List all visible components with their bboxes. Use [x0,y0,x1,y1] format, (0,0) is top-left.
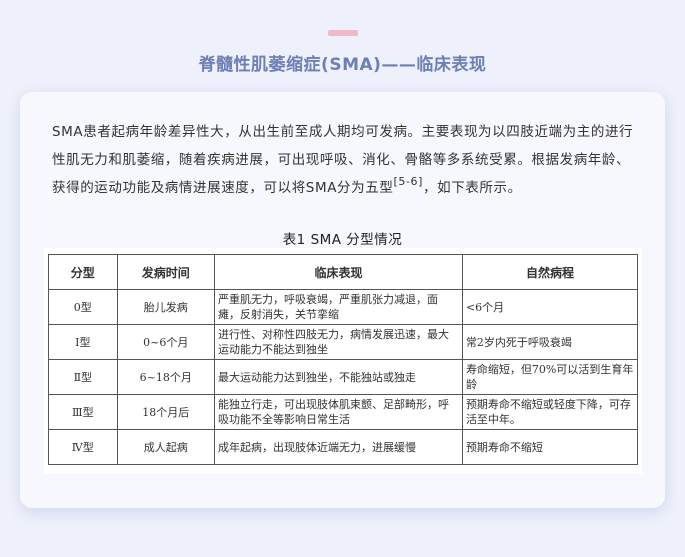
cell-course: 预期寿命不缩短或轻度下降，可存活至中年。 [461,394,639,430]
cell-clinical: 成年起病，出现肢体近端无力，进展缓慢 [213,429,463,465]
table-header-row: 分型 发病时间 临床表现 自然病程 [48,254,639,290]
cell-clinical: 能独立行走，可出现肢体肌束颤、足部畸形，呼吸功能不全等影响日常生活 [213,394,463,430]
table-row: Ⅲ型 18个月后 能独立行走，可出现肢体肌束颤、足部畸形，呼吸功能不全等影响日常… [48,394,639,430]
cell-onset: 胎儿发病 [116,289,215,325]
cell-type: Ⅰ型 [48,324,118,360]
table-row: 0型 胎儿发病 严重肌无力，呼吸衰竭，严重肌张力减退，面瘫，反射消失，关节挛缩 … [48,289,639,325]
cell-course: <6个月 [461,289,639,325]
header-course: 自然病程 [461,254,639,290]
page-title: 脊髓性肌萎缩症(SMA)——临床表现 [198,55,487,75]
header-type: 分型 [48,254,118,290]
cell-clinical: 最大运动能力达到独坐，不能独站或独走 [213,359,463,395]
cell-clinical: 严重肌无力，呼吸衰竭，严重肌张力减退，面瘫，反射消失，关节挛缩 [213,289,463,325]
table-caption: 表1 SMA 分型情况 [282,232,403,248]
cell-onset: 6~18个月 [116,359,215,395]
cell-course: 预期寿命不缩短 [461,429,639,465]
sma-types-table: 分型 发病时间 临床表现 自然病程 0型 胎儿发病 严重肌无力，呼吸衰竭，严重肌… [48,254,639,465]
header-clinical: 临床表现 [213,254,463,290]
intro-paragraph: SMA患者起病年龄差异性大，从出生前至成人期均可发病。主要表现为以四肢近端为主的… [52,118,638,202]
cell-type: 0型 [48,289,118,325]
cell-onset: 18个月后 [116,394,215,430]
cell-course: 常2岁内死于呼吸衰竭 [461,324,639,360]
table-row: Ⅰ型 0~6个月 进行性、对称性四肢无力，病情发展迅速，最大运动能力不能达到独坐… [48,324,639,360]
header-onset: 发病时间 [116,254,215,290]
intro-text: SMA患者起病年龄差异性大，从出生前至成人期均可发病。主要表现为以四肢近端为主的… [52,124,634,196]
cell-onset: 0~6个月 [116,324,215,360]
cell-course: 寿命缩短，但70%可以活到生育年龄 [461,359,639,395]
cell-clinical: 进行性、对称性四肢无力，病情发展迅速，最大运动能力不能达到独坐 [213,324,463,360]
cell-onset: 成人起病 [116,429,215,465]
cell-type: Ⅳ型 [48,429,118,465]
table-image: 分型 发病时间 临床表现 自然病程 0型 胎儿发病 严重肌无力，呼吸衰竭，严重肌… [44,248,642,474]
cell-type: Ⅱ型 [48,359,118,395]
table-row: Ⅱ型 6~18个月 最大运动能力达到独坐，不能独站或独走 寿命缩短，但70%可以… [48,359,639,395]
title-accent-bar [328,30,358,36]
intro-ending: ，如下表所示。 [423,180,522,196]
table-row: Ⅳ型 成人起病 成年起病，出现肢体近端无力，进展缓慢 预期寿命不缩短 [48,429,639,465]
cell-type: Ⅲ型 [48,394,118,430]
citation: [5-6] [393,175,424,188]
